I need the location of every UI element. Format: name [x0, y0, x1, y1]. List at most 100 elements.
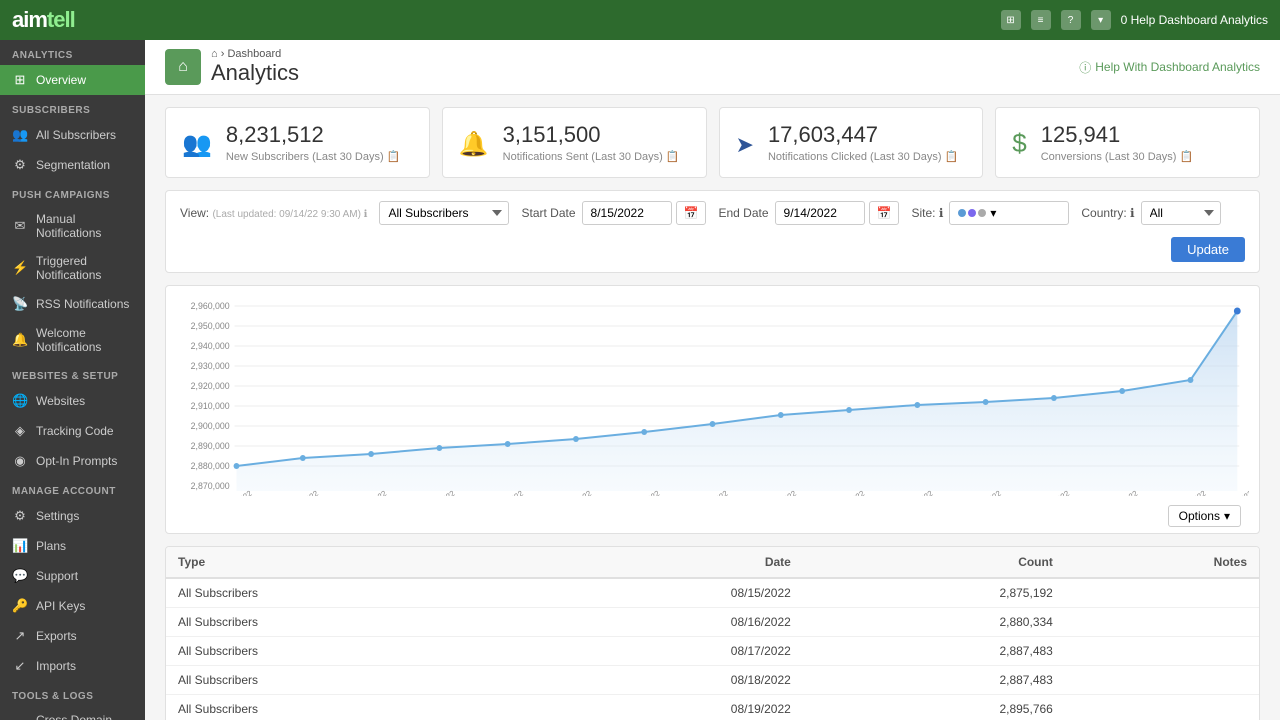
chart-options-button[interactable]: Options ▾: [1168, 505, 1241, 527]
sidebar-section-tools-&-logs: TOOLS & LOGS: [0, 681, 145, 706]
sidebar-icon-websites: 🌐: [12, 393, 28, 409]
sidebar-item-plans[interactable]: 📊Plans: [0, 531, 145, 561]
stat-label-subscribers: New Subscribers (Last 30 Days) 📋: [226, 150, 400, 163]
app-logo[interactable]: aimtell: [12, 7, 75, 33]
end-date-label: End Date: [718, 206, 768, 220]
update-button[interactable]: Update: [1171, 237, 1245, 262]
cell-notes: [1065, 695, 1259, 720]
help-link[interactable]: ⓘ Help With Dashboard Analytics: [1079, 59, 1260, 76]
cell-type: All Subscribers: [166, 695, 518, 720]
end-date-calendar-button[interactable]: 📅: [869, 201, 900, 225]
sidebar-label-manual-notifications: Manual Notifications: [36, 212, 133, 240]
sidebar-icon-plans: 📊: [12, 538, 28, 554]
view-select[interactable]: All Subscribers New Subscribers: [379, 201, 509, 225]
cell-type: All Subscribers: [166, 608, 518, 637]
sidebar-item-tracking-code[interactable]: ◈ Tracking Code: [0, 416, 145, 446]
start-date-calendar-button[interactable]: 📅: [676, 201, 707, 225]
cell-count: 2,887,483: [803, 666, 1065, 695]
breadcrumb-parent[interactable]: Dashboard: [227, 48, 281, 60]
list-icon[interactable]: ≡: [1031, 10, 1051, 30]
sidebar-icon-all-subscribers: 👥: [12, 127, 28, 143]
cell-date: 08/17/2022: [518, 637, 803, 666]
sidebar-item-all-subscribers[interactable]: 👥 All Subscribers: [0, 120, 145, 150]
sidebar-item-overview[interactable]: ⊞ Overview: [0, 65, 145, 95]
sidebar-icon-overview: ⊞: [12, 72, 28, 88]
sidebar-item-segmentation[interactable]: ⚙Segmentation: [0, 150, 145, 180]
col-count: Count: [803, 547, 1065, 578]
start-date-input-group: 📅: [582, 201, 707, 225]
stat-info-notifications-sent: 3,151,500 Notifications Sent (Last 30 Da…: [503, 122, 680, 163]
sidebar-item-support[interactable]: 💬Support: [0, 561, 145, 591]
end-date-input[interactable]: [775, 201, 865, 225]
stat-number-subscribers: 8,231,512: [226, 122, 400, 148]
stat-info-conversions: 125,941 Conversions (Last 30 Days) 📋: [1041, 122, 1193, 163]
top-navigation: aimtell ⊞ ≡ ? ▾ 0 Help Dashboard Analyti…: [0, 0, 1280, 40]
sidebar-item-websites[interactable]: 🌐Websites: [0, 386, 145, 416]
sidebar-label-triggered-notifications: Triggered Notifications: [36, 254, 133, 282]
sidebar-item-welcome-notifications[interactable]: 🔔Welcome Notifications: [0, 319, 145, 361]
cell-count: 2,895,766: [803, 695, 1065, 720]
sidebar-label-overview: Overview: [36, 73, 86, 87]
site-select[interactable]: ▾: [949, 201, 1069, 225]
svg-text:2,870,000: 2,870,000: [191, 481, 230, 491]
sidebar-label-all-subscribers: All Subscribers: [36, 128, 116, 142]
sidebar-icon-tracking-code: ◈: [12, 423, 28, 439]
svg-text:2,920,000: 2,920,000: [191, 381, 230, 391]
sidebar-item-exports[interactable]: ↗Exports: [0, 621, 145, 651]
sidebar-item-cross-domain-tracking[interactable]: ⊕Cross Domain Tracking: [0, 706, 145, 720]
svg-text:2,940,000: 2,940,000: [191, 341, 230, 351]
sidebar-item-imports[interactable]: ↙Imports: [0, 651, 145, 681]
stat-icon-conversions: $: [1012, 127, 1026, 159]
cell-count: 2,880,334: [803, 608, 1065, 637]
breadcrumb: ⌂ › Dashboard: [211, 48, 299, 60]
home-icon[interactable]: ⌂: [165, 49, 201, 85]
sidebar-icon-segmentation: ⚙: [12, 157, 28, 173]
stat-icon-notifications-sent: 🔔: [459, 127, 489, 159]
start-date-group: Start Date 📅: [521, 201, 706, 225]
sidebar-label-api-keys: API Keys: [36, 599, 85, 613]
help-icon[interactable]: ?: [1061, 10, 1081, 30]
stats-row: 👥 8,231,512 New Subscribers (Last 30 Day…: [145, 95, 1280, 190]
col-date: Date: [518, 547, 803, 578]
svg-text:2,910,000: 2,910,000: [191, 401, 230, 411]
site-filter-group: Site: ℹ ▾: [911, 201, 1069, 225]
cell-date: 08/18/2022: [518, 666, 803, 695]
svg-text:2,900,000: 2,900,000: [191, 421, 230, 431]
svg-text:2,880,000: 2,880,000: [191, 461, 230, 471]
sidebar-icon-opt-in-prompts: ◉: [12, 453, 28, 469]
svg-text:2,930,000: 2,930,000: [191, 361, 230, 371]
sidebar-label-tracking-code: Tracking Code: [36, 424, 114, 438]
sidebar-section-analytics: ANALYTICS: [0, 40, 145, 65]
site-dot-2: [968, 209, 976, 217]
sidebar-item-api-keys[interactable]: 🔑API Keys: [0, 591, 145, 621]
grid-icon[interactable]: ⊞: [1001, 10, 1021, 30]
sidebar-icon-triggered-notifications: ⚡: [12, 260, 28, 276]
sidebar-item-opt-in-prompts[interactable]: ◉Opt-In Prompts: [0, 446, 145, 476]
sidebar-icon-manual-notifications: ✉: [12, 218, 28, 234]
sidebar-item-rss-notifications[interactable]: 📡RSS Notifications: [0, 289, 145, 319]
country-select[interactable]: All: [1141, 201, 1221, 225]
start-date-input[interactable]: [582, 201, 672, 225]
sidebar: ANALYTICS⊞OverviewSUBSCRIBERS👥All Subscr…: [0, 40, 145, 720]
site-dot-3: [978, 209, 986, 217]
table-header-row: Type Date Count Notes: [166, 547, 1259, 578]
analytics-table: Type Date Count Notes All Subscribers 08…: [166, 547, 1259, 720]
col-type: Type: [166, 547, 518, 578]
cell-date: 08/16/2022: [518, 608, 803, 637]
breadcrumb-home[interactable]: ⌂: [211, 48, 218, 60]
stat-icon-notifications-clicked: ➤: [736, 127, 754, 159]
chart-wrapper: 2,960,000 2,950,000 2,940,000 2,930,000 …: [165, 285, 1260, 534]
start-date-label: Start Date: [521, 206, 575, 220]
stat-number-notifications-sent: 3,151,500: [503, 122, 680, 148]
page-title: Analytics: [211, 60, 299, 86]
sidebar-item-triggered-notifications[interactable]: ⚡ Triggered Notifications: [0, 247, 145, 289]
stat-label-notifications-clicked: Notifications Clicked (Last 30 Days) 📋: [768, 150, 958, 163]
cell-type: All Subscribers: [166, 578, 518, 608]
sidebar-section-manage-account: MANAGE ACCOUNT: [0, 476, 145, 501]
table-row: All Subscribers 08/19/2022 2,895,766: [166, 695, 1259, 720]
main-content: ⌂ ⌂ › Dashboard Analytics ⓘ Help With Da…: [145, 40, 1280, 720]
page-header-left: ⌂ ⌂ › Dashboard Analytics: [165, 48, 299, 86]
dropdown-icon[interactable]: ▾: [1091, 10, 1111, 30]
sidebar-item-settings[interactable]: ⚙Settings: [0, 501, 145, 531]
sidebar-item-manual-notifications[interactable]: ✉ Manual Notifications: [0, 205, 145, 247]
